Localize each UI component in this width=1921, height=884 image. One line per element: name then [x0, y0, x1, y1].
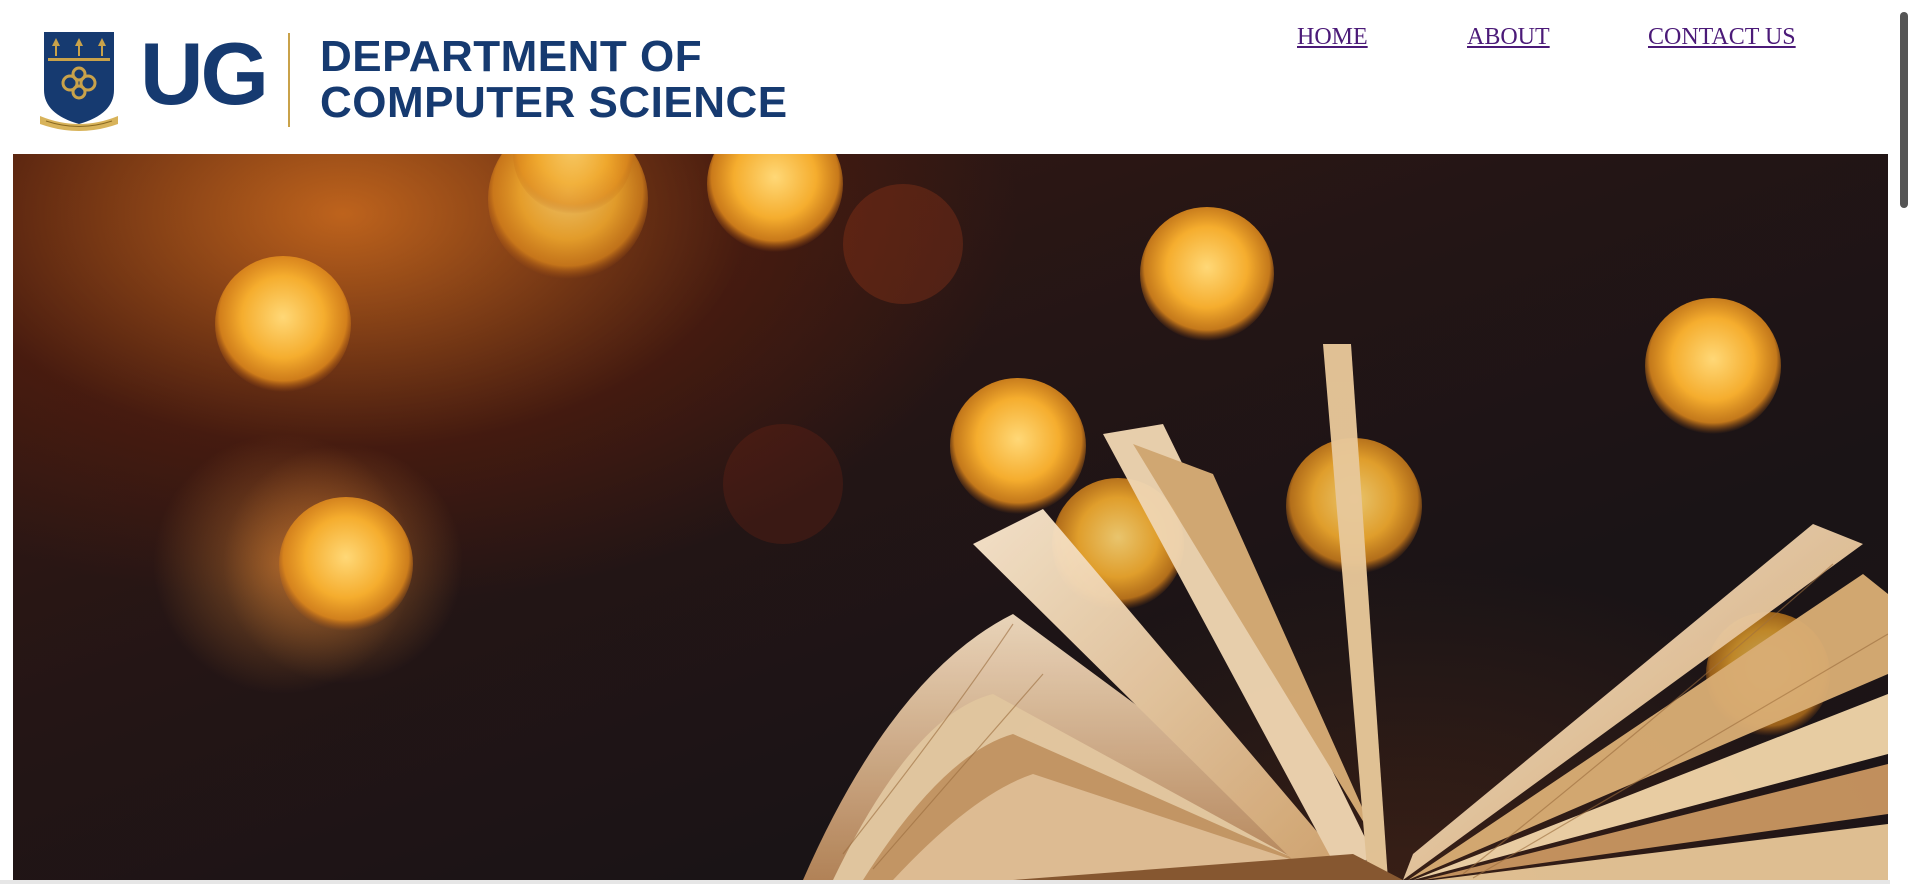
scrollbar-thumb[interactable] [1900, 12, 1908, 208]
department-logo[interactable]: UG DEPARTMENT OF COMPUTER SCIENCE [40, 28, 788, 132]
nav-link-about[interactable]: ABOUT [1467, 24, 1550, 51]
logo-department-line2: COMPUTER SCIENCE [320, 78, 788, 127]
hero-banner-image [13, 154, 1888, 880]
logo-department-line1: DEPARTMENT OF [320, 32, 703, 81]
book-bokeh-illustration [153, 154, 1888, 880]
site-header: UG DEPARTMENT OF COMPUTER SCIENCE HOME A… [0, 0, 1921, 154]
nav-link-home[interactable]: HOME [1297, 24, 1368, 51]
page-scrollbar[interactable] [1890, 0, 1921, 884]
nav-link-contact-us[interactable]: CONTACT US [1648, 24, 1796, 51]
footer-edge [0, 880, 1890, 884]
logo-ug-wordmark: UG [140, 24, 269, 123]
logo-department-name: DEPARTMENT OF COMPUTER SCIENCE [320, 34, 788, 126]
university-crest-icon [40, 32, 118, 131]
logo-divider [288, 33, 290, 127]
